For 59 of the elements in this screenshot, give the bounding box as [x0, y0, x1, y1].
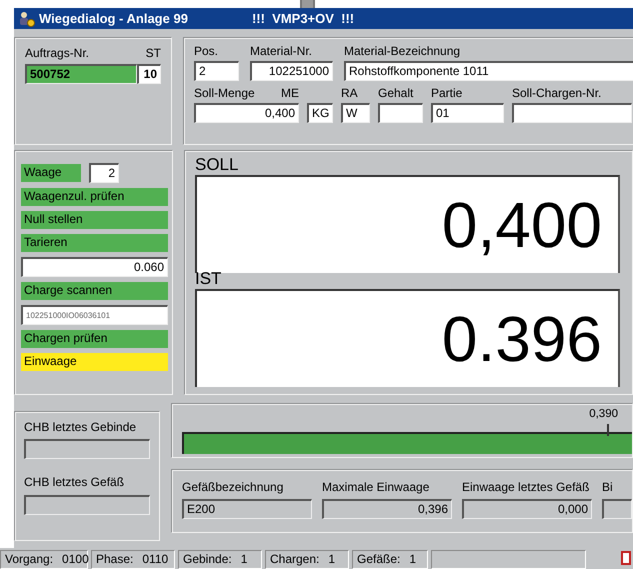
- scroll-handle: [300, 0, 315, 8]
- input-field[interactable]: 2: [194, 61, 239, 81]
- status-indicator: Chargen prüfen: [21, 330, 168, 348]
- field-label: RA: [341, 86, 358, 102]
- window-subtitle: !!! VMP3+OV !!!: [252, 10, 354, 26]
- status-label: Chargen:: [270, 552, 320, 567]
- input-field[interactable]: 01: [431, 103, 504, 123]
- input-field[interactable]: [378, 103, 423, 123]
- field-label: Soll-Menge: [194, 86, 255, 102]
- status-indicator: Waage: [21, 164, 81, 182]
- input-field[interactable]: 500752: [25, 64, 137, 84]
- input-field[interactable]: 102251000: [250, 61, 333, 81]
- progress-marker-label: 0,390: [589, 408, 618, 422]
- field-label: CHB letztes Gebinde: [24, 420, 138, 434]
- field-label: Auftrags-Nr.: [25, 46, 90, 60]
- field-label: Material-Bezeichnung: [344, 44, 460, 60]
- input-field[interactable]: 10: [137, 64, 161, 84]
- field-label: Bi: [602, 480, 614, 494]
- app-icon: [17, 10, 35, 26]
- field-label: Maximale Einwaage: [322, 480, 430, 494]
- field-label: Soll-Chargen-Nr.: [512, 86, 602, 102]
- weight-label: IST: [195, 269, 222, 289]
- input-field[interactable]: 0,400: [194, 103, 299, 123]
- status-value: 1: [409, 552, 416, 567]
- status-label: Gebinde:: [183, 552, 232, 567]
- field-label: CHB letztes Gefäß: [24, 475, 126, 490]
- field-label: Partie: [431, 86, 462, 102]
- status-indicator: Einwaage: [21, 353, 168, 371]
- status-value: 0110: [142, 552, 168, 567]
- field-label: Material-Nr.: [250, 44, 312, 60]
- field-label: Gefäßbezeichnung: [182, 480, 284, 494]
- status-value: 1: [240, 552, 248, 567]
- weight-value: 0,400: [442, 188, 602, 263]
- field-label: Einwaage letztes Gefäß: [462, 480, 590, 494]
- weight-value: 0.396: [442, 302, 602, 377]
- field-label: ME: [281, 86, 299, 102]
- field-label: ST: [146, 46, 161, 60]
- input-field[interactable]: 2: [89, 163, 119, 183]
- status-label: Vorgang:: [5, 552, 54, 567]
- status-value: 0100: [62, 552, 89, 567]
- status-icon: [621, 550, 631, 566]
- status-indicator: Charge scannen: [21, 282, 168, 300]
- input-field[interactable]: W: [341, 103, 370, 123]
- input-field[interactable]: [512, 103, 632, 123]
- input-field[interactable]: Rohstoffkomponente 1011: [344, 61, 633, 81]
- field-label: Pos.: [194, 44, 218, 60]
- input-field[interactable]: 102251000IO06036101: [21, 305, 168, 325]
- marker-tick: [607, 424, 609, 436]
- status-label: Gefäße:: [357, 552, 400, 567]
- status-label: Phase:: [96, 552, 134, 567]
- status-value: 1: [328, 552, 336, 567]
- input-field[interactable]: 0.060: [21, 257, 168, 277]
- field-label: Gehalt: [378, 86, 414, 102]
- weight-label: SOLL: [195, 155, 240, 175]
- status-indicator: Waagenzul. prüfen: [21, 188, 168, 206]
- input-field[interactable]: KG: [307, 103, 333, 123]
- window-title: Wiegedialog - Anlage 99: [39, 10, 188, 26]
- status-indicator: Tarieren: [21, 234, 168, 252]
- status-indicator: Null stellen: [21, 211, 168, 229]
